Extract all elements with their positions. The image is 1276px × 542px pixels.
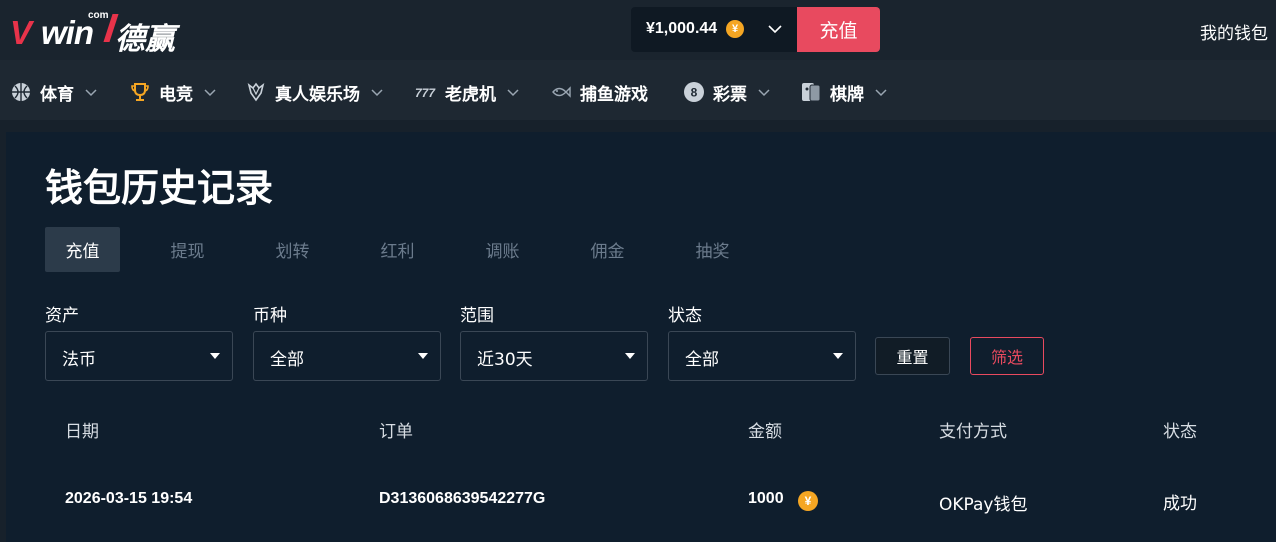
nav-item-sports[interactable]: 体育	[10, 80, 98, 105]
nav-item-esports[interactable]: 电竞	[129, 80, 217, 105]
sports-ball-icon	[12, 83, 30, 101]
tab-adjustment[interactable]: 调账	[465, 227, 540, 272]
nav-item-card-games[interactable]: 棋牌	[800, 80, 888, 105]
column-header-status: 状态	[1163, 422, 1197, 442]
currency-select[interactable]: 全部	[253, 331, 441, 381]
wallet-history-panel: 钱包历史记录 充值 提现 划转 红利 调账 佣金 抽奖 资产 法币 币种 全部 …	[6, 132, 1276, 542]
caret-down-icon	[418, 353, 428, 359]
logo-win: win	[41, 14, 94, 51]
column-header-date: 日期	[65, 422, 99, 442]
svg-text:777: 777	[415, 86, 436, 100]
asset-select[interactable]: 法币	[45, 331, 233, 381]
nav-item-live-casino[interactable]: 真人娱乐场	[245, 80, 384, 105]
nav-item-fishing[interactable]: 捕鱼游戏	[550, 80, 648, 105]
my-wallet-link[interactable]: 我的钱包	[1200, 19, 1268, 44]
status-select-value: 全部	[685, 350, 719, 370]
range-select-value: 近30天	[477, 350, 533, 370]
trophy-icon	[131, 83, 149, 101]
deposit-button[interactable]: 充值	[797, 7, 880, 52]
status-select[interactable]: 全部	[668, 331, 856, 381]
cell-amount: 1000	[748, 490, 784, 507]
nav-label: 捕鱼游戏	[580, 84, 648, 105]
cell-payment-method: OKPay钱包	[939, 490, 1028, 515]
brand-logo[interactable]: V win com 德赢	[10, 10, 190, 57]
nav-label: 棋牌	[830, 84, 864, 105]
svg-text:8: 8	[691, 86, 698, 100]
nav-label: 电竞	[159, 84, 193, 105]
tab-withdraw[interactable]: 提现	[150, 227, 225, 272]
column-header-payment-method: 支付方式	[939, 422, 1007, 442]
diamond-icon	[247, 82, 265, 102]
fish-icon	[552, 86, 571, 98]
tab-transfer[interactable]: 划转	[255, 227, 330, 272]
chevron-down-icon	[204, 89, 216, 97]
column-header-order: 订单	[379, 422, 413, 442]
nav-item-lottery[interactable]: 8 彩票	[683, 80, 771, 105]
status-filter-label: 状态	[668, 306, 702, 326]
caret-down-icon	[625, 353, 635, 359]
caret-down-icon	[210, 353, 220, 359]
cell-status: 成功	[1163, 494, 1197, 514]
range-select[interactable]: 近30天	[460, 331, 648, 381]
chevron-down-icon	[371, 89, 383, 97]
yuan-coin-icon: ¥	[726, 20, 744, 38]
nav-label: 彩票	[713, 84, 747, 105]
asset-filter-label: 资产	[45, 306, 79, 326]
reset-button[interactable]: 重置	[875, 337, 950, 375]
lottery-ball-icon: 8	[684, 82, 704, 102]
nav-label: 老虎机	[445, 84, 496, 105]
yuan-coin-icon: ¥	[798, 491, 818, 511]
page-title: 钱包历史记录	[45, 166, 274, 210]
tab-bonus[interactable]: 红利	[360, 227, 435, 272]
logo-v: V	[10, 14, 32, 51]
slot-777-icon: 777	[415, 86, 436, 100]
balance-amount: ¥1,000.44	[646, 20, 718, 37]
chevron-down-icon	[875, 89, 887, 97]
filter-button[interactable]: 筛选	[970, 337, 1044, 375]
cell-date: 2026-03-15 19:54	[65, 490, 193, 507]
chevron-down-icon	[758, 89, 770, 97]
caret-down-icon	[833, 353, 843, 359]
chevron-down-icon	[507, 89, 519, 97]
nav-label: 体育	[40, 84, 74, 105]
asset-select-value: 法币	[62, 350, 96, 370]
chevron-down-icon[interactable]	[767, 21, 783, 37]
column-header-amount: 金额	[748, 422, 782, 442]
balance-selector[interactable]: ¥1,000.44 ¥	[631, 7, 797, 52]
currency-filter-label: 币种	[253, 306, 287, 326]
chevron-down-icon	[85, 89, 97, 97]
cell-order-id[interactable]: D3136068639542277G	[379, 490, 545, 508]
tab-commission[interactable]: 佣金	[570, 227, 645, 272]
nav-item-slots[interactable]: 777 老虎机	[415, 80, 520, 105]
tab-lucky-draw[interactable]: 抽奖	[675, 227, 750, 272]
logo-com: com	[88, 10, 109, 21]
range-filter-label: 范围	[460, 306, 494, 326]
top-bar: V win com 德赢 ¥1,000.44 ¥ 充值 我的钱包	[0, 0, 1276, 60]
logo-cn-name: 德赢	[115, 22, 175, 57]
main-nav: 体育 电竞 真人娱乐场 777 老虎机 捕鱼游戏 8 彩票 棋牌	[0, 60, 1276, 120]
currency-select-value: 全部	[270, 350, 304, 370]
cards-icon	[802, 83, 821, 102]
tab-deposit[interactable]: 充值	[45, 227, 120, 272]
nav-label: 真人娱乐场	[275, 84, 360, 105]
cell-payment-method-text: OKPay钱包	[939, 495, 1028, 515]
